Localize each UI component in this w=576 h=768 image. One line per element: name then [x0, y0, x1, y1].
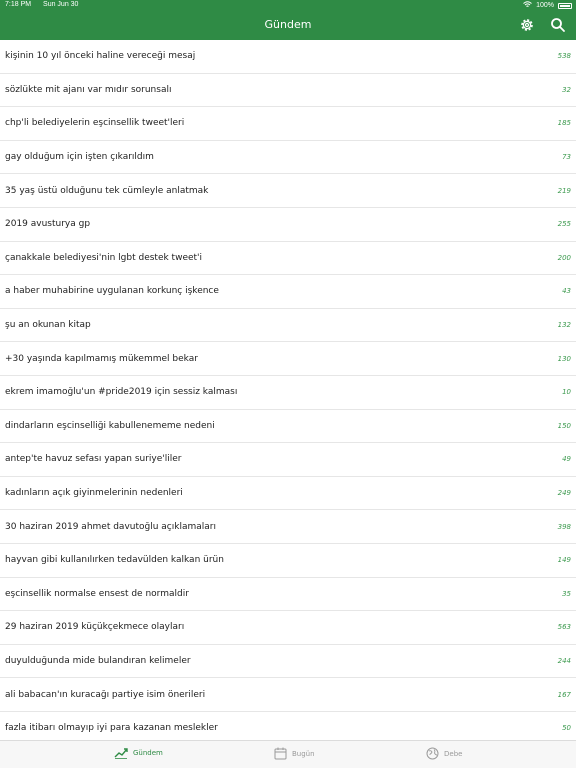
topic-row[interactable]: 30 haziran 2019 ahmet davutoğlu açıklama… — [0, 510, 576, 544]
topic-row[interactable]: sözlükte mit ajanı var mıdır sorunsalı 32 — [0, 74, 576, 108]
topic-row[interactable]: 2019 avusturya gp 255 — [0, 208, 576, 242]
entry-count: 255 — [557, 220, 571, 229]
battery-percent: 100% — [536, 2, 554, 9]
topic-title: antep'te havuz sefası yapan suriye'liler — [5, 454, 182, 465]
wifi-icon — [523, 1, 532, 10]
topic-row[interactable]: ali babacan'ın kuracağı partiye isim öne… — [0, 678, 576, 712]
topic-title: +30 yaşında kapılmamış mükemmel bekar — [5, 353, 198, 364]
topic-title: 30 haziran 2019 ahmet davutoğlu açıklama… — [5, 521, 216, 532]
entry-count: 43 — [562, 287, 571, 296]
topic-row[interactable]: kadınların açık giyinmelerinin nedenleri… — [0, 477, 576, 511]
topic-row[interactable]: chp'li belediyelerin eşcinsellik tweet'l… — [0, 107, 576, 141]
settings-button[interactable] — [519, 17, 535, 33]
topic-row[interactable]: 35 yaş üstü olduğunu tek cümleyle anlatm… — [0, 174, 576, 208]
topic-row[interactable]: kişinin 10 yıl önceki haline vereceği me… — [0, 40, 576, 74]
tab-bugun[interactable]: Bugün — [274, 747, 315, 760]
tab-label: Gündem — [133, 749, 163, 757]
trending-icon — [114, 747, 128, 759]
entry-count: 35 — [562, 589, 571, 598]
calendar-icon — [274, 747, 287, 760]
topic-title: kadınların açık giyinmelerinin nedenleri — [5, 488, 183, 499]
topic-row[interactable]: hayvan gibi kullanılırken tedavülden kal… — [0, 544, 576, 578]
nav-bar: Gündem — [0, 11, 576, 40]
entry-count: 50 — [562, 724, 571, 733]
entry-count: 149 — [557, 556, 571, 565]
topic-row[interactable]: +30 yaşında kapılmamış mükemmel bekar 130 — [0, 342, 576, 376]
topic-row[interactable]: duyulduğunda mide bulandıran kelimeler 24… — [0, 645, 576, 679]
entry-count: 32 — [562, 85, 571, 94]
search-button[interactable] — [550, 17, 566, 33]
topic-row[interactable]: dindarların eşcinselliği kabullenememe n… — [0, 410, 576, 444]
topic-title: sözlükte mit ajanı var mıdır sorunsalı — [5, 84, 172, 95]
topic-row[interactable]: fazla itibarı olmayıp iyi para kazanan m… — [0, 712, 576, 740]
topic-title: ali babacan'ın kuracağı partiye isim öne… — [5, 689, 206, 700]
topic-title: eşcinsellik normalse ensest de normaldir — [5, 588, 189, 599]
topic-title: a haber muhabirine uygulanan korkunç işk… — [5, 286, 219, 297]
topic-list[interactable]: kişinin 10 yıl önceki haline vereceği me… — [0, 40, 576, 740]
topic-title: çanakkale belediyesi'nin lgbt destek twe… — [5, 252, 203, 263]
page-title: Gündem — [264, 18, 312, 31]
entry-count: 200 — [557, 253, 571, 262]
topic-row[interactable]: çanakkale belediyesi'nin lgbt destek twe… — [0, 242, 576, 276]
entry-count: 185 — [557, 119, 571, 128]
entry-count: 150 — [557, 421, 571, 430]
status-bar: 7:18 PM Sun Jun 30 100% — [0, 0, 576, 11]
search-icon — [550, 18, 566, 37]
topic-row[interactable]: gay olduğum için işten çıkarıldım 73 — [0, 141, 576, 175]
entry-count: 563 — [557, 623, 571, 632]
entry-count: 219 — [557, 186, 571, 195]
status-date: Sun Jun 30 — [43, 1, 79, 8]
topic-title: 2019 avusturya gp — [5, 219, 91, 230]
entry-count: 244 — [557, 656, 571, 665]
topic-title: duyulduğunda mide bulandıran kelimeler — [5, 655, 191, 666]
tab-bar: Gündem Bugün Debe — [0, 740, 576, 768]
topic-title: 35 yaş üstü olduğunu tek cümleyle anlatm… — [5, 185, 209, 196]
globe-icon — [426, 747, 439, 760]
topic-title: şu an okunan kitap — [5, 320, 91, 331]
topic-title: chp'li belediyelerin eşcinsellik tweet'l… — [5, 118, 185, 129]
topic-row[interactable]: şu an okunan kitap 132 — [0, 309, 576, 343]
topic-title: hayvan gibi kullanılırken tedavülden kal… — [5, 555, 224, 566]
topic-title: dindarların eşcinselliği kabullenememe n… — [5, 420, 215, 431]
tab-gundem[interactable]: Gündem — [114, 747, 163, 759]
topic-row[interactable]: 29 haziran 2019 küçükçekmece olayları 563 — [0, 611, 576, 645]
status-left: 7:18 PM Sun Jun 30 — [5, 1, 78, 8]
topic-title: fazla itibarı olmayıp iyi para kazanan m… — [5, 723, 218, 734]
entry-count: 130 — [557, 354, 571, 363]
entry-count: 132 — [557, 321, 571, 330]
entry-count: 398 — [557, 522, 571, 531]
topic-row[interactable]: eşcinsellik normalse ensest de normaldir… — [0, 578, 576, 612]
entry-count: 249 — [557, 489, 571, 498]
topic-row[interactable]: a haber muhabirine uygulanan korkunç işk… — [0, 275, 576, 309]
topic-row[interactable]: ekrem imamoğlu'un #pride2019 için sessiz… — [0, 376, 576, 410]
entry-count: 49 — [562, 455, 571, 464]
entry-count: 10 — [562, 388, 571, 397]
entry-count: 167 — [557, 690, 571, 699]
gear-icon — [519, 18, 535, 37]
topic-title: gay olduğum için işten çıkarıldım — [5, 152, 154, 163]
topic-row[interactable]: antep'te havuz sefası yapan suriye'liler… — [0, 443, 576, 477]
battery-icon — [558, 2, 572, 9]
entry-count: 538 — [557, 52, 571, 61]
topic-title: ekrem imamoğlu'un #pride2019 için sessiz… — [5, 387, 238, 398]
tab-debe[interactable]: Debe — [426, 747, 462, 760]
entry-count: 73 — [562, 153, 571, 162]
topic-title: 29 haziran 2019 küçükçekmece olayları — [5, 622, 185, 633]
topic-title: kişinin 10 yıl önceki haline vereceği me… — [5, 51, 196, 62]
status-right: 100% — [523, 1, 572, 10]
tab-label: Debe — [444, 749, 463, 758]
tab-label: Bugün — [292, 749, 315, 758]
status-time: 7:18 PM — [5, 1, 32, 8]
